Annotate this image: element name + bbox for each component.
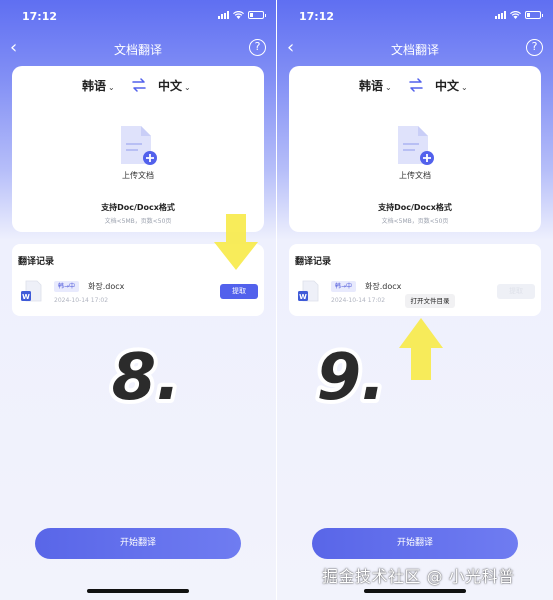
- upload-document-icon[interactable]: [396, 124, 436, 168]
- open-file-directory-button[interactable]: 打开文件目录: [405, 294, 455, 308]
- upload-card: 韩语 ⌄ 中文 ⌄ 上传文档 支持Doc/Docx格式 文档<5MB，页数<50页: [12, 66, 264, 232]
- status-time: 17:12: [22, 10, 58, 23]
- page-title: 文档翻译: [113, 43, 162, 57]
- word-file-icon: W: [21, 280, 42, 302]
- step-number-text: 8.: [112, 341, 181, 415]
- phone-screen-step-9: 17:12 ‹ 文档翻译 ? 韩语 ⌄ 中文 ⌄ 上传文档 支持Doc/Docx格式…: [277, 0, 553, 600]
- file-limits: 文档<5MB，页数<50页: [381, 218, 449, 225]
- cellular-signal-icon: [495, 11, 506, 19]
- step-number-text: 9.: [317, 341, 386, 415]
- step-number-9: 9.: [313, 337, 390, 415]
- arrow-up-icon: [399, 318, 443, 380]
- swap-languages-icon[interactable]: [408, 78, 424, 92]
- help-button[interactable]: ?: [249, 39, 266, 56]
- file-name: 화장.docx: [365, 282, 402, 291]
- battery-icon: [525, 11, 543, 19]
- source-language-dropdown[interactable]: 韩语 ⌄: [359, 77, 392, 94]
- file-date: 2024-10-14 17:02: [54, 297, 109, 304]
- page-title: 文档翻译: [390, 43, 439, 57]
- svg-text:W: W: [22, 293, 30, 301]
- start-translation-button[interactable]: 开始翻译: [35, 528, 241, 559]
- language-selector: 韩语 ⌄ 中文 ⌄: [12, 77, 264, 97]
- direction-badge: 韩→中: [54, 281, 80, 292]
- chevron-down-icon: ⌄: [108, 83, 115, 92]
- phone-screen-step-8: 17:12 ‹ 文档翻译 ? 韩语 ⌄ 中文 ⌄ 上传文档 支持Doc/Docx格式…: [0, 0, 276, 600]
- upload-label: 上传文档: [399, 171, 431, 180]
- word-file-icon: W: [298, 280, 319, 302]
- supported-formats: 支持Doc/Docx格式: [378, 203, 452, 212]
- step-number-8: 8.: [108, 337, 185, 415]
- chevron-down-icon: ⌄: [461, 83, 468, 92]
- file-name: 화장.docx: [88, 282, 125, 291]
- cellular-signal-icon: [218, 11, 229, 19]
- supported-formats: 支持Doc/Docx格式: [101, 203, 175, 212]
- extract-button[interactable]: 提取: [497, 284, 535, 299]
- swap-languages-icon[interactable]: [131, 78, 147, 92]
- file-date: 2024-10-14 17:02: [331, 297, 386, 304]
- wifi-icon: [510, 11, 521, 19]
- upload-label: 上传文档: [122, 171, 154, 180]
- source-language-dropdown[interactable]: 韩语 ⌄: [82, 77, 115, 94]
- status-time: 17:12: [299, 10, 335, 23]
- language-selector: 韩语 ⌄ 中文 ⌄: [289, 77, 541, 97]
- arrow-down-icon: [214, 214, 258, 270]
- watermark-text: 掘金技术社区 @ 小光科普: [322, 567, 515, 586]
- upload-card: 韩语 ⌄ 中文 ⌄ 上传文档 支持Doc/Docx格式 文档<5MB，页数<50页: [289, 66, 541, 232]
- help-button[interactable]: ?: [526, 39, 543, 56]
- source-language-label: 韩语: [82, 79, 107, 93]
- status-bar: 17:12: [277, 0, 553, 32]
- svg-text:W: W: [299, 293, 307, 301]
- target-language-dropdown[interactable]: 中文 ⌄: [158, 77, 191, 94]
- nav-bar: ‹ 文档翻译 ?: [0, 36, 276, 62]
- wifi-icon: [233, 11, 244, 19]
- target-language-label: 中文: [435, 79, 460, 93]
- target-language-label: 中文: [158, 79, 183, 93]
- direction-badge: 韩→中: [331, 281, 357, 292]
- upload-document-icon[interactable]: [119, 124, 159, 168]
- nav-bar: ‹ 文档翻译 ?: [277, 36, 553, 62]
- start-translation-button[interactable]: 开始翻译: [312, 528, 518, 559]
- history-title: 翻译记录: [295, 257, 332, 267]
- history-title: 翻译记录: [18, 257, 55, 267]
- source-language-label: 韩语: [359, 79, 384, 93]
- chevron-down-icon: ⌄: [184, 83, 191, 92]
- translation-history: 翻译记录 W 韩→中 화장.docx 2024-10-14 17:02 提取 打…: [289, 244, 541, 316]
- extract-button[interactable]: 提取: [220, 284, 258, 299]
- status-bar: 17:12: [0, 0, 276, 32]
- home-indicator: [364, 589, 466, 593]
- target-language-dropdown[interactable]: 中文 ⌄: [435, 77, 468, 94]
- status-icons: [218, 11, 266, 19]
- status-icons: [495, 11, 543, 19]
- battery-icon: [248, 11, 266, 19]
- home-indicator: [87, 589, 189, 593]
- chevron-down-icon: ⌄: [385, 83, 392, 92]
